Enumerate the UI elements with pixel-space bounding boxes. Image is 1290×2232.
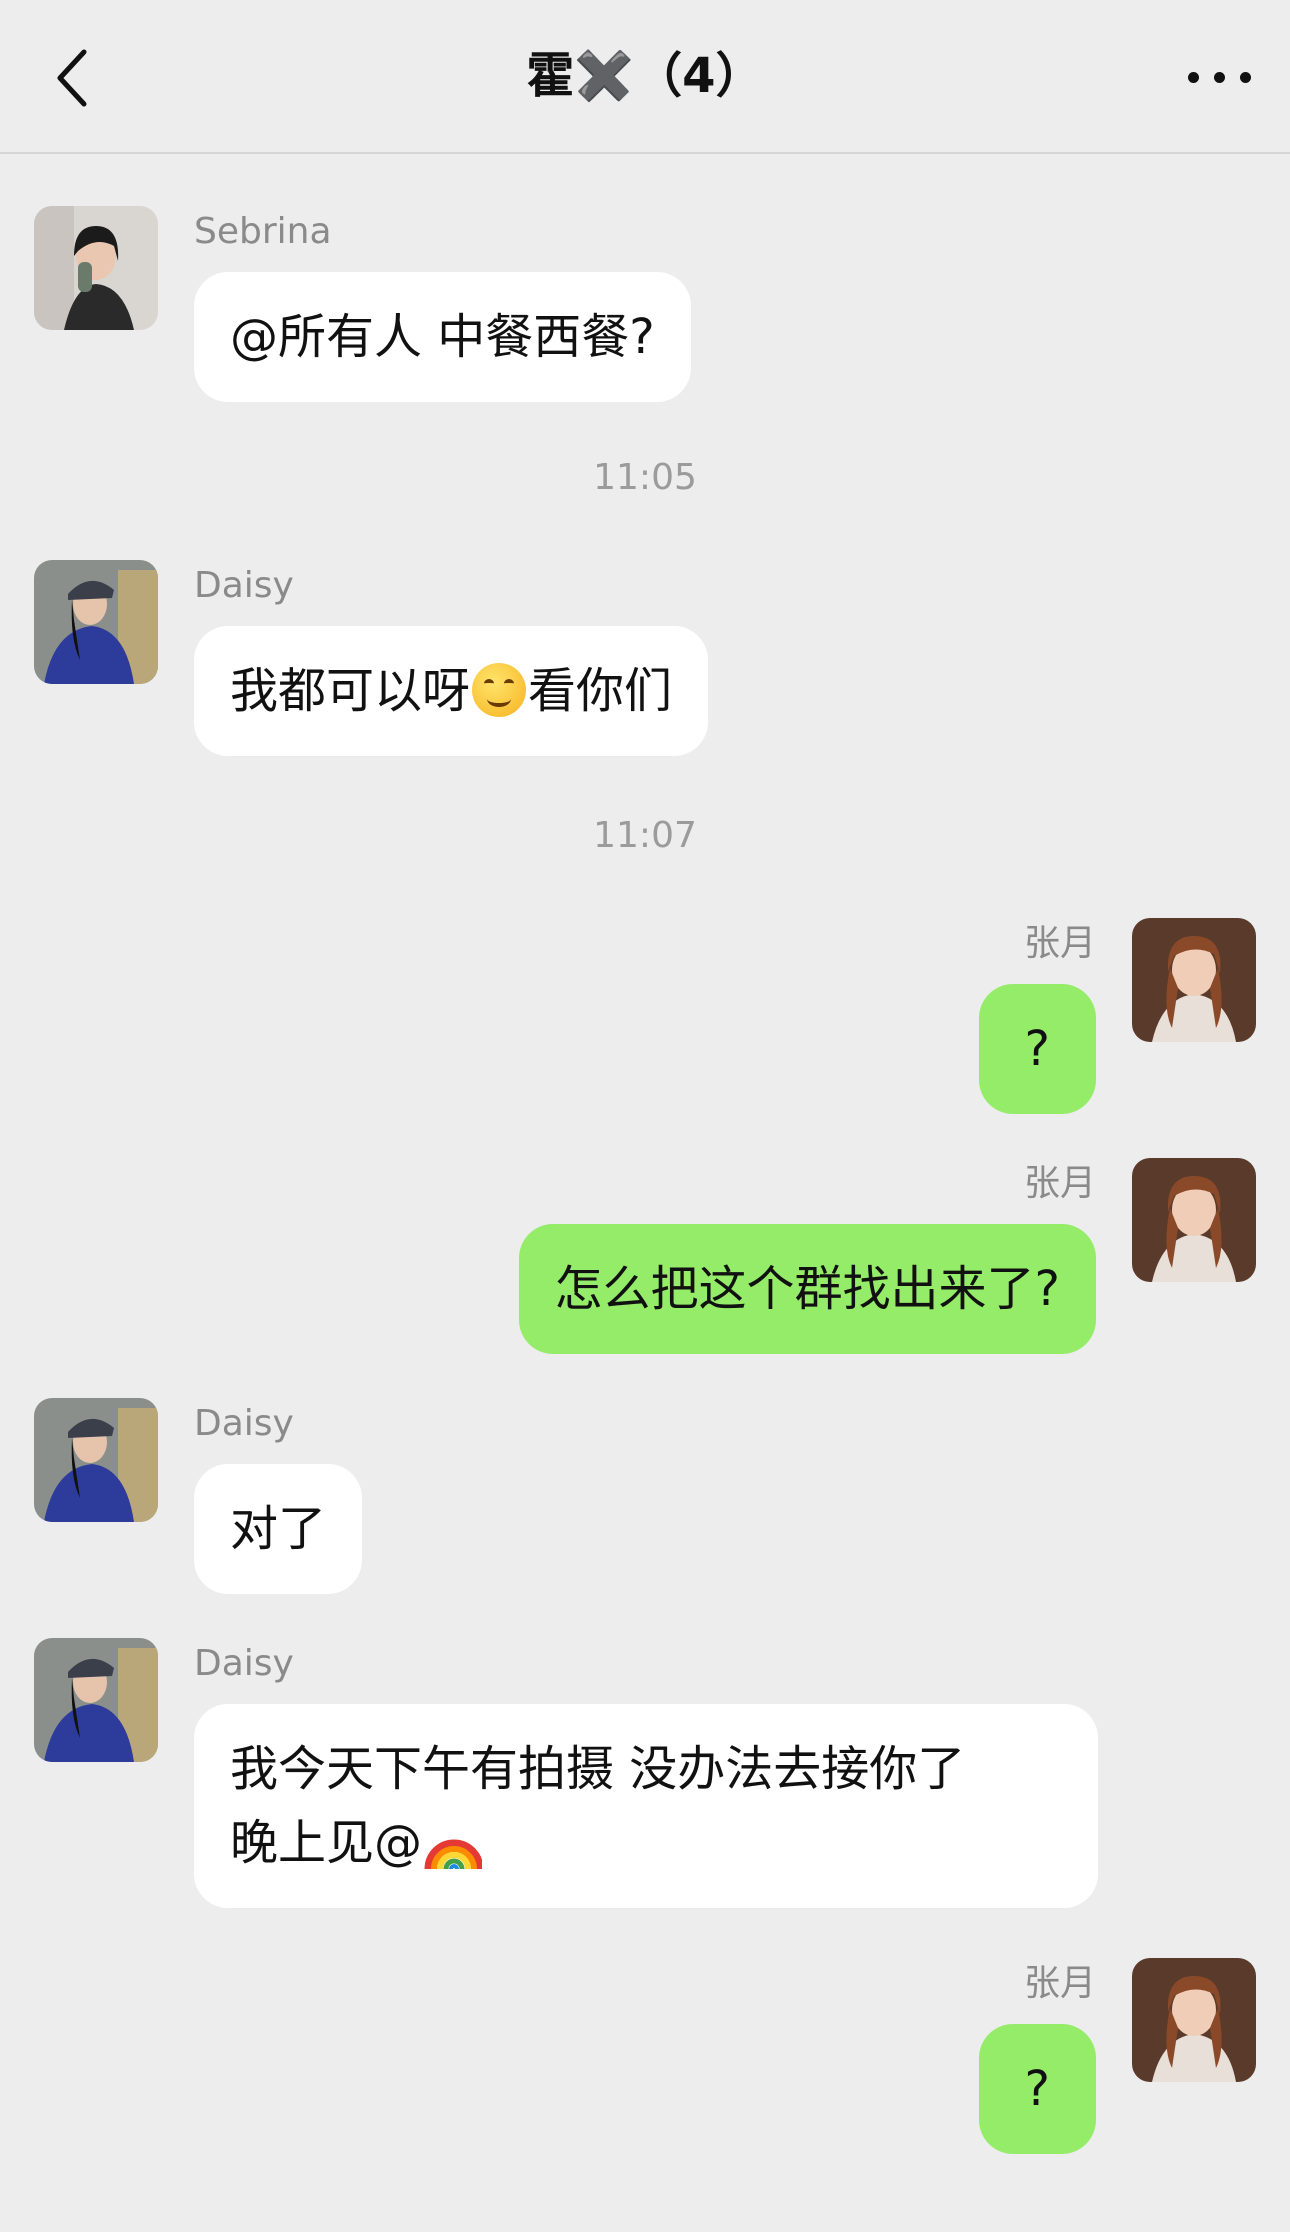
sender-name: 张月	[1023, 1163, 1096, 1204]
message-bubble[interactable]: ?	[978, 2024, 1096, 2154]
avatar-daisy[interactable]	[34, 560, 158, 684]
timestamp: 11:07	[593, 815, 697, 856]
avatar-zhangyue[interactable]	[1132, 1158, 1256, 1282]
rainbow-emoji-icon	[424, 1839, 483, 1870]
message-bubble[interactable]: @所有人 中餐西餐?	[194, 272, 691, 402]
sender-name: Daisy	[194, 1643, 294, 1684]
timestamp: 11:05	[593, 457, 697, 498]
avatar-zhangyue[interactable]	[1132, 918, 1256, 1042]
smiling-face-emoji-icon	[472, 663, 527, 717]
sender-name: Sebrina	[194, 211, 332, 252]
message-text: 看你们	[528, 663, 673, 719]
sender-name: Daisy	[194, 565, 294, 606]
avatar-sebrina[interactable]	[34, 206, 158, 330]
message-bubble[interactable]: 对了	[194, 1464, 363, 1594]
sender-name: Daisy	[194, 1403, 294, 1444]
chat-title: 霍✖️（4）	[526, 48, 764, 104]
more-options-button[interactable]	[1180, 40, 1260, 112]
avatar-zhangyue[interactable]	[1132, 1958, 1256, 2082]
avatar-daisy[interactable]	[34, 1638, 158, 1762]
sender-name: 张月	[1023, 923, 1096, 964]
message-bubble[interactable]: 怎么把这个群找出来了?	[518, 1224, 1096, 1354]
more-dot-icon	[1214, 72, 1225, 83]
message-text: 我今天下午有拍摄 没办法去接你了 晚上见@	[230, 1741, 966, 1871]
message-bubble[interactable]: 我今天下午有拍摄 没办法去接你了 晚上见@	[194, 1704, 1098, 1908]
sender-name: 张月	[1023, 1963, 1096, 2004]
message-bubble[interactable]: 我都可以呀 看你们	[194, 626, 709, 756]
more-dot-icon	[1188, 72, 1199, 83]
chat-header: 霍✖️（4）	[0, 0, 1290, 154]
more-dot-icon	[1240, 72, 1251, 83]
message-bubble[interactable]: ?	[978, 984, 1096, 1114]
message-text: 我都可以呀	[230, 663, 471, 719]
avatar-daisy[interactable]	[34, 1398, 158, 1522]
